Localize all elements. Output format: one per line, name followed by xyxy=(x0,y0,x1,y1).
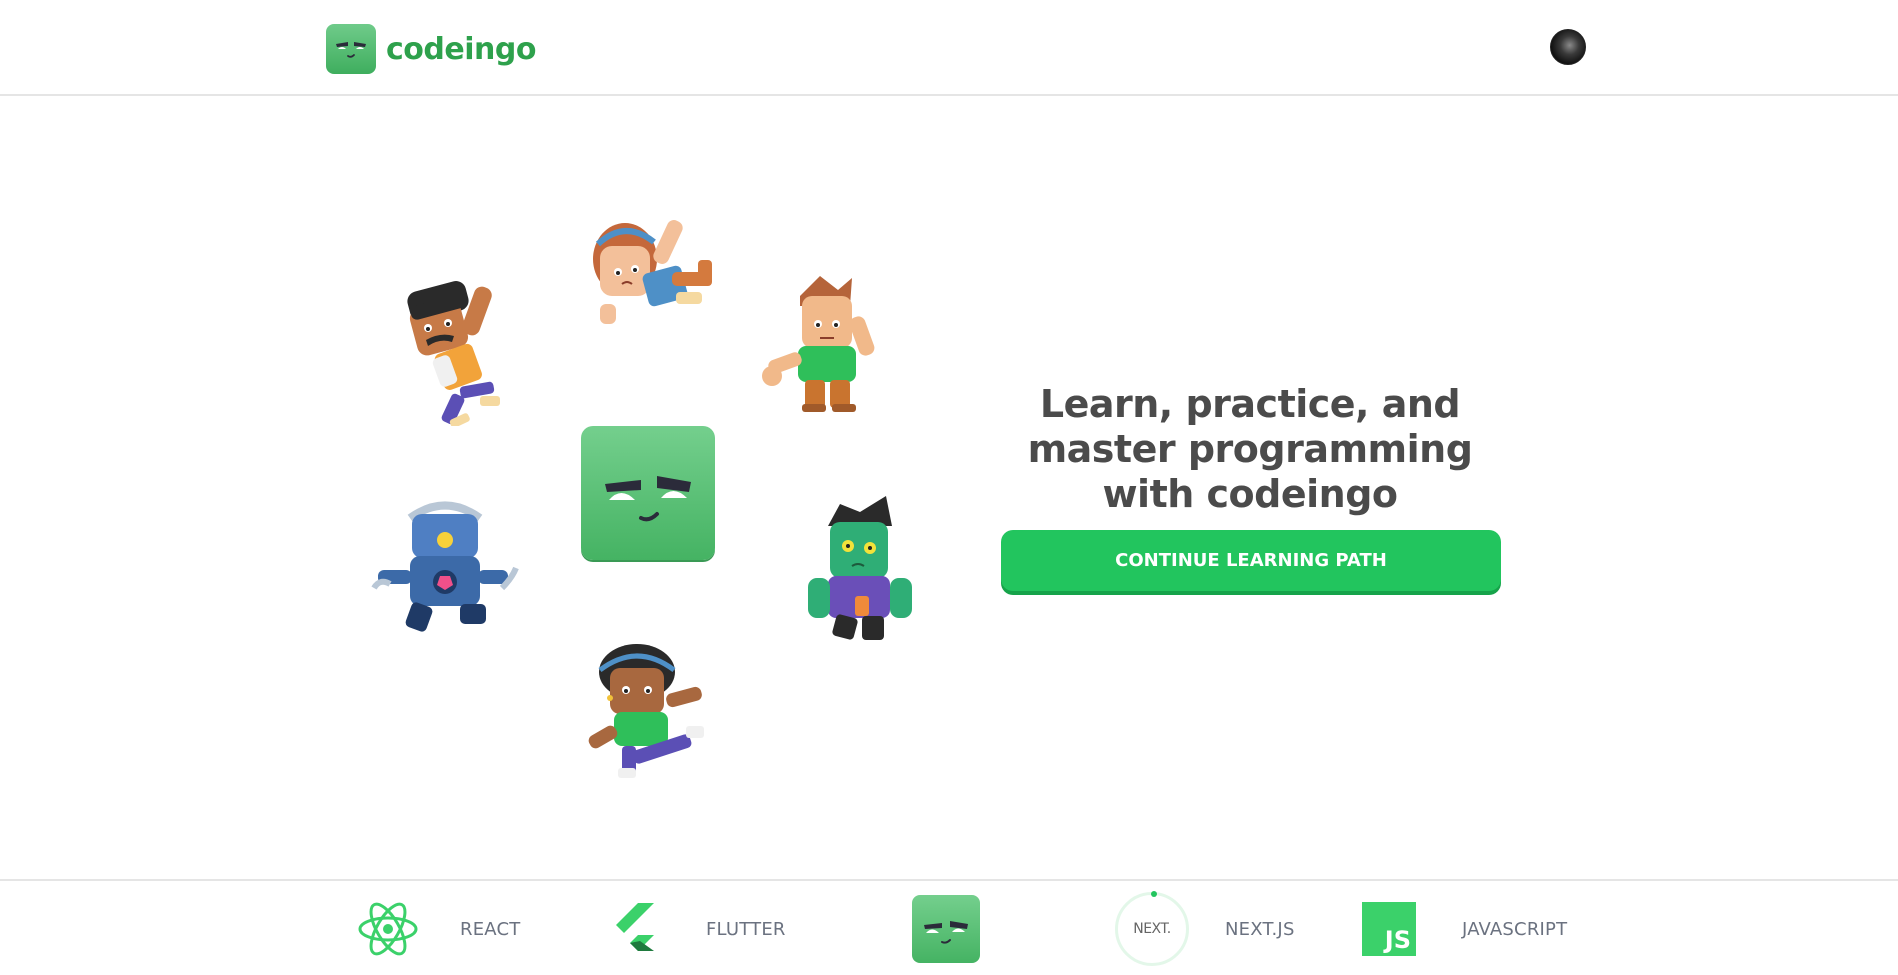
character-boy-green-shirt xyxy=(762,276,875,412)
continue-learning-path-button[interactable]: CONTINUE LEARNING PATH xyxy=(1001,530,1501,591)
course-label: NEXT.JS xyxy=(1225,918,1295,940)
course-label: JAVASCRIPT xyxy=(1462,918,1568,940)
course-label: REACT xyxy=(460,918,521,940)
hero-headline: Learn, practice, and master programming … xyxy=(1027,382,1473,516)
hero-illustration xyxy=(360,200,950,800)
character-zombie xyxy=(808,496,912,640)
codeingo-mascot-icon xyxy=(581,426,715,560)
flutter-icon xyxy=(616,903,654,951)
course-strip: REACT FLUTTER NEXT. NEXT.JS JS JAVASCRIP… xyxy=(0,879,1898,975)
user-avatar-icon[interactable] xyxy=(1550,29,1586,65)
character-mustache-man xyxy=(407,280,500,426)
course-label: FLUTTER xyxy=(706,918,786,940)
course-javascript[interactable]: JS JAVASCRIPT xyxy=(1362,881,1567,975)
top-nav: codeingo xyxy=(0,0,1898,96)
javascript-icon: JS xyxy=(1362,902,1416,956)
character-girl-headband xyxy=(593,220,712,324)
brand-name: codeingo xyxy=(386,31,536,67)
character-robot xyxy=(371,501,519,632)
codeingo-mascot-icon xyxy=(912,895,980,963)
codeingo-mascot-icon xyxy=(326,24,376,74)
course-codeingo[interactable] xyxy=(912,881,980,975)
react-icon xyxy=(358,902,418,956)
brand-logo-link[interactable]: codeingo xyxy=(326,24,536,74)
nextjs-icon: NEXT. xyxy=(1115,891,1189,966)
character-girl-green-shirt xyxy=(588,644,704,778)
course-flutter[interactable]: FLUTTER xyxy=(610,881,786,975)
course-react[interactable]: REACT xyxy=(356,881,520,975)
course-nextjs[interactable]: NEXT. NEXT.JS xyxy=(1115,881,1295,975)
